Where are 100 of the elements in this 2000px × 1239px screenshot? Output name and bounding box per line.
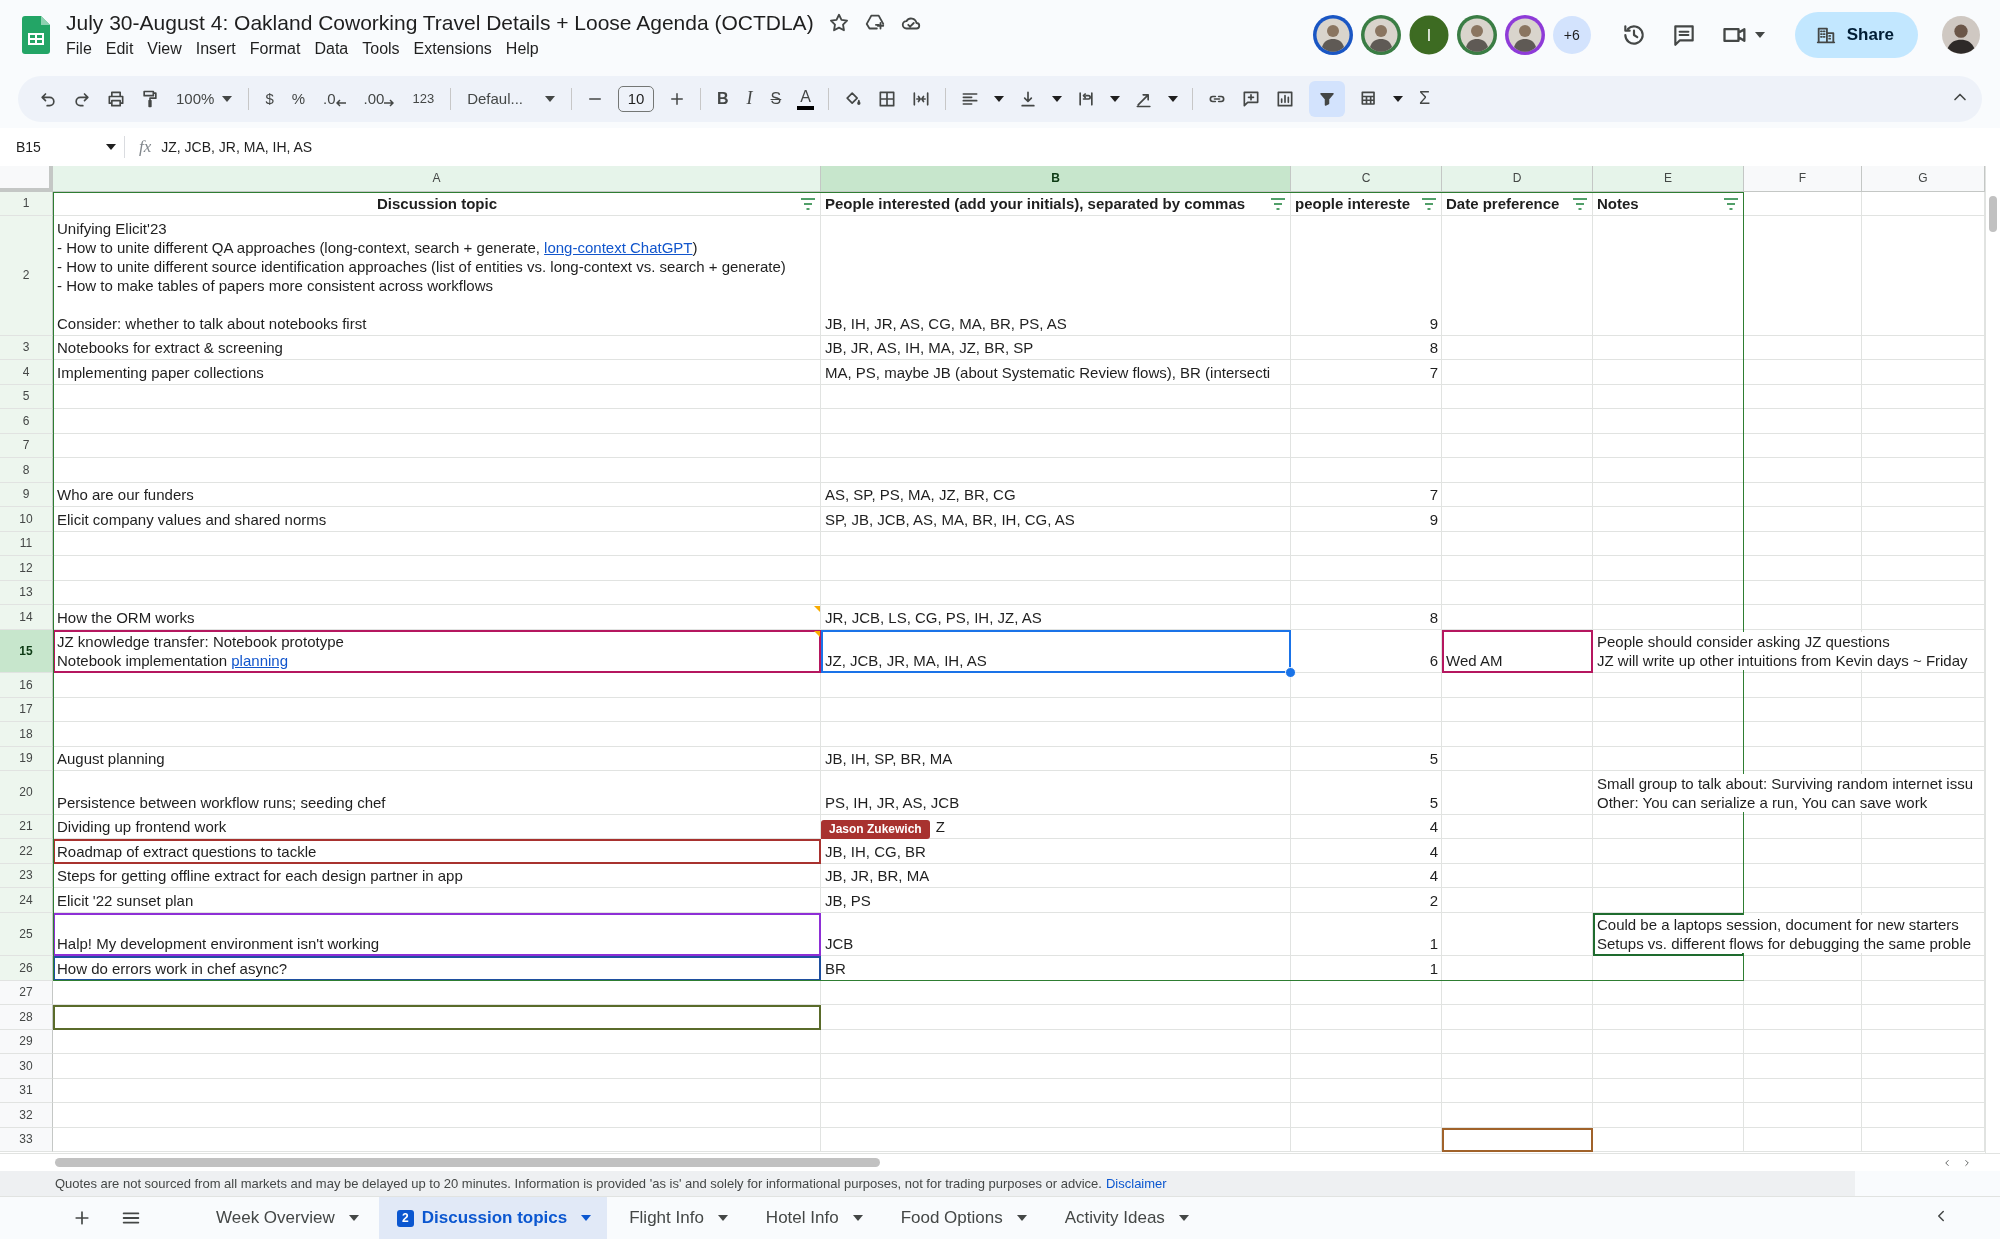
caret-icon[interactable] xyxy=(1051,95,1062,102)
caret-icon[interactable] xyxy=(1392,95,1403,102)
text-color-button[interactable]: A xyxy=(797,87,814,110)
filter-icon[interactable] xyxy=(1421,197,1437,212)
increase-decimals-button[interactable]: .00 xyxy=(361,86,397,112)
number-format[interactable]: 123 xyxy=(410,87,437,111)
row-number[interactable]: 33 xyxy=(0,1127,53,1153)
scroll-right-icon[interactable] xyxy=(1962,1157,1972,1168)
comment-marker[interactable] xyxy=(814,630,820,637)
row-number[interactable]: 25 xyxy=(0,912,53,957)
avatar[interactable] xyxy=(1504,14,1545,55)
menu-item[interactable]: Format xyxy=(242,38,308,59)
filter-icon[interactable] xyxy=(1572,197,1588,212)
caret-icon[interactable] xyxy=(1167,95,1178,102)
sheet-tab[interactable]: Hotel Info xyxy=(747,1197,879,1239)
link[interactable]: long-context ChatGPT xyxy=(544,239,693,256)
formula-field[interactable]: JZ, JCB, JR, MA, IH, AS xyxy=(161,138,313,155)
sheet-tab[interactable]: Week Overview xyxy=(198,1197,375,1239)
row-number[interactable]: 3 xyxy=(0,335,53,361)
row-number[interactable]: 12 xyxy=(0,556,53,581)
avatar[interactable] xyxy=(1456,14,1497,55)
more-collaborators-badge[interactable]: +6 xyxy=(1552,15,1591,54)
caret-icon[interactable] xyxy=(545,95,555,102)
document-title[interactable]: July 30-August 4: Oakland Coworking Travel Details + Loose Agenda (OCTDLA) xyxy=(66,10,814,35)
vertical-scrollbar[interactable] xyxy=(1985,165,2000,1154)
font-size-field[interactable]: 10 xyxy=(618,85,654,112)
font-dropdown[interactable]: Defaul... xyxy=(465,86,557,112)
percent-format[interactable]: % xyxy=(289,86,308,112)
link[interactable]: planning xyxy=(231,652,288,670)
caret-icon[interactable] xyxy=(1754,31,1765,38)
disclaimer-link[interactable]: Disclaimer xyxy=(1105,1176,1167,1191)
row-number[interactable]: 16 xyxy=(0,673,53,698)
row-number[interactable]: 14 xyxy=(0,605,53,630)
row-number[interactable]: 29 xyxy=(0,1029,53,1055)
user-avatar[interactable] xyxy=(1942,15,1980,54)
row-number[interactable]: 6 xyxy=(0,409,53,434)
fill-handle[interactable] xyxy=(1285,667,1296,679)
filter-button[interactable] xyxy=(1308,80,1345,117)
row-number[interactable]: 7 xyxy=(0,433,53,459)
row-number[interactable]: 23 xyxy=(0,863,53,889)
row-number[interactable]: 11 xyxy=(0,531,53,557)
star-icon[interactable] xyxy=(827,11,850,34)
row-number[interactable]: 30 xyxy=(0,1054,53,1079)
row-number[interactable]: 17 xyxy=(0,697,53,723)
row-number[interactable]: 10 xyxy=(0,507,53,532)
share-button[interactable]: Share xyxy=(1794,11,1918,58)
name-box[interactable]: B15 xyxy=(16,138,41,155)
scrollbar-thumb[interactable] xyxy=(55,1158,880,1168)
row-number[interactable]: 15 xyxy=(0,629,53,674)
menu-item[interactable]: Extensions xyxy=(406,38,499,59)
caret-icon[interactable] xyxy=(106,143,116,150)
row-number[interactable]: 24 xyxy=(0,888,53,913)
sheet-tab[interactable]: 2 Discussion topics xyxy=(378,1197,608,1239)
row-number[interactable]: 31 xyxy=(0,1078,53,1104)
column-header[interactable]: G xyxy=(1862,165,1985,192)
menu-item[interactable]: Edit xyxy=(98,38,141,59)
avatar[interactable] xyxy=(1360,14,1401,55)
column-header[interactable]: E xyxy=(1593,165,1744,192)
caret-icon[interactable] xyxy=(993,95,1004,102)
row-number[interactable]: 21 xyxy=(0,814,53,840)
row-number[interactable]: 18 xyxy=(0,722,53,747)
currency-format[interactable]: $ xyxy=(263,86,276,112)
menu-item[interactable]: Help xyxy=(498,38,546,59)
filter-icon[interactable] xyxy=(1270,197,1286,212)
bold-button[interactable]: B xyxy=(715,85,731,112)
row-number[interactable]: 27 xyxy=(0,980,53,1006)
filter-icon[interactable] xyxy=(800,197,816,212)
menu-item[interactable]: Data xyxy=(307,38,356,59)
filter-icon[interactable] xyxy=(1723,197,1739,212)
paint-format-icon[interactable] xyxy=(140,88,160,109)
menu-item[interactable]: File xyxy=(66,38,99,59)
column-header[interactable]: A xyxy=(53,165,821,192)
row-number[interactable]: 19 xyxy=(0,746,53,772)
menu-item[interactable]: View xyxy=(140,38,189,59)
row-number[interactable]: 32 xyxy=(0,1103,53,1128)
row-number[interactable]: 8 xyxy=(0,458,53,483)
row-number[interactable]: 9 xyxy=(0,482,53,508)
column-header[interactable]: F xyxy=(1744,165,1862,192)
italic-button[interactable]: I xyxy=(744,84,755,114)
sheets-logo[interactable] xyxy=(22,15,50,54)
menu-item[interactable]: Insert xyxy=(188,38,243,59)
zoom-dropdown[interactable]: 100% xyxy=(174,86,235,112)
sheet-tab[interactable]: Flight Info xyxy=(611,1197,744,1239)
functions-button[interactable]: Σ xyxy=(1416,84,1433,114)
row-number[interactable]: 28 xyxy=(0,1005,53,1030)
avatar[interactable] xyxy=(1312,14,1353,55)
decrease-decimals-button[interactable]: .0 xyxy=(321,86,348,112)
row-number[interactable]: 20 xyxy=(0,771,53,815)
avatar[interactable]: I xyxy=(1408,14,1449,55)
column-header[interactable]: C xyxy=(1291,165,1442,192)
column-header[interactable]: B xyxy=(821,165,1291,192)
row-number[interactable]: 4 xyxy=(0,360,53,385)
caret-icon[interactable] xyxy=(1109,95,1120,102)
row-number[interactable]: 22 xyxy=(0,839,53,864)
row-number[interactable]: 26 xyxy=(0,956,53,981)
menu-item[interactable]: Tools xyxy=(355,38,407,59)
sheet-tab[interactable]: Activity Ideas xyxy=(1046,1197,1205,1239)
column-header[interactable]: D xyxy=(1442,165,1593,192)
row-number[interactable]: 13 xyxy=(0,580,53,606)
sheet-tab[interactable]: Food Options xyxy=(882,1197,1043,1239)
